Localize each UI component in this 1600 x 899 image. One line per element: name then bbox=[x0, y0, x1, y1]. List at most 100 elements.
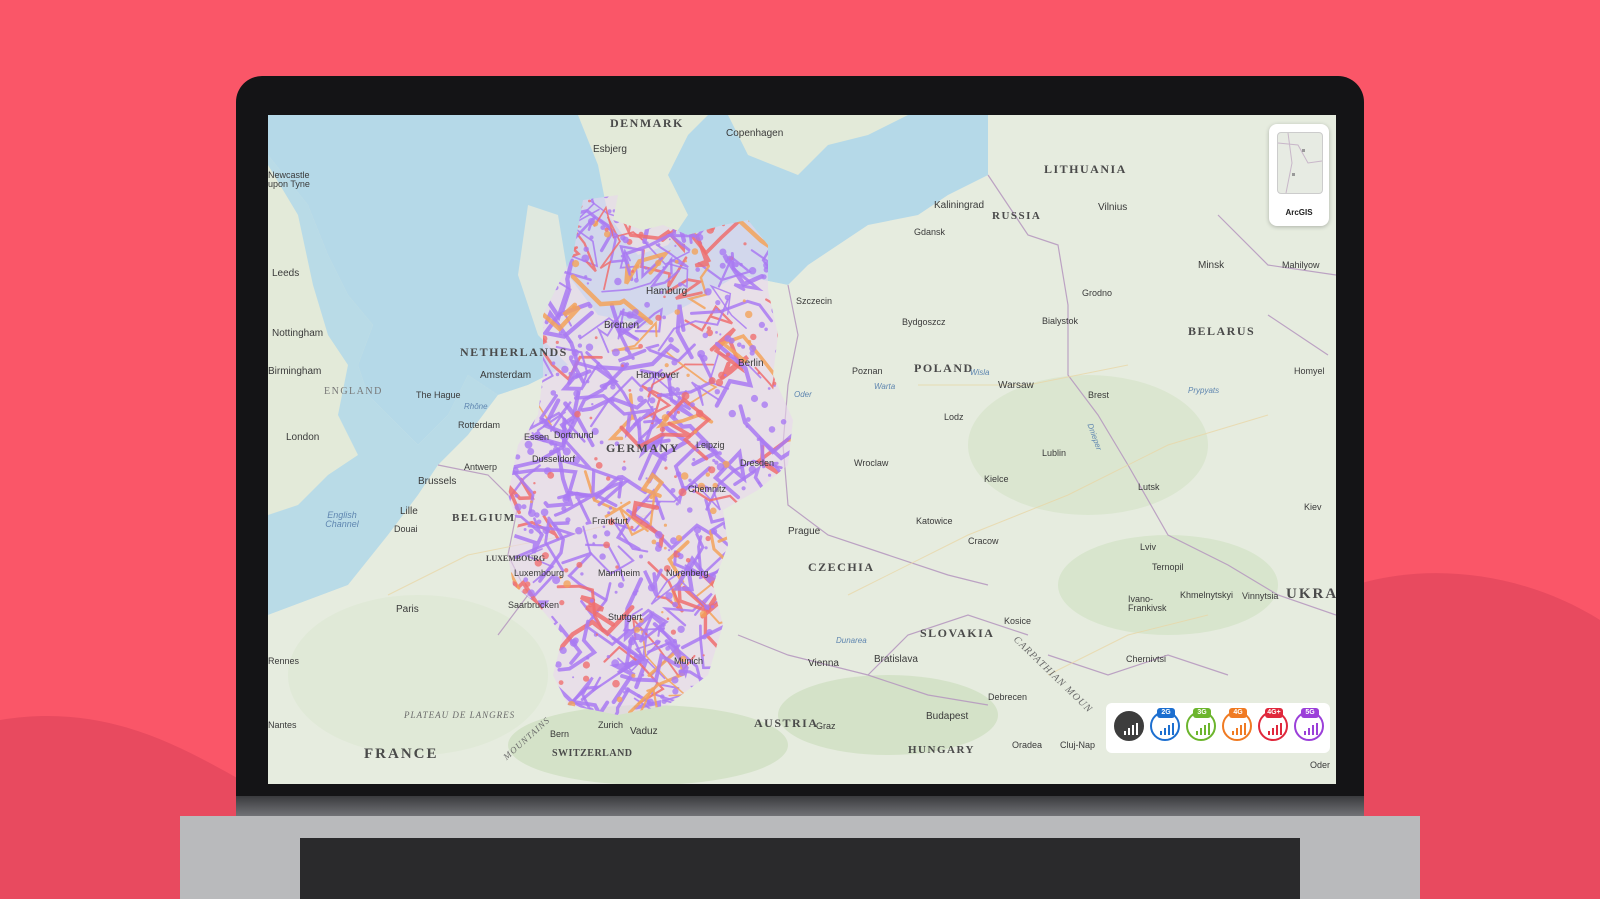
label-austria: AUSTRIA bbox=[754, 716, 819, 730]
coverage-dot bbox=[594, 336, 598, 340]
coverage-dot bbox=[725, 720, 729, 724]
coverage-dot bbox=[710, 507, 717, 515]
coverage-dot bbox=[645, 477, 648, 480]
coverage-dot bbox=[639, 387, 644, 392]
coverage-dot bbox=[739, 502, 744, 507]
coverage-dot bbox=[576, 561, 583, 568]
signal-bars-icon bbox=[1160, 723, 1174, 735]
signal-bars-icon bbox=[1124, 723, 1138, 735]
coverage-path bbox=[508, 237, 537, 299]
coverage-dot bbox=[768, 473, 772, 477]
city-dusseldorf: Dusseldorf bbox=[532, 454, 576, 464]
coverage-dot bbox=[627, 210, 632, 215]
coverage-dot bbox=[757, 643, 765, 651]
coverage-dot bbox=[521, 426, 527, 432]
coverage-dot bbox=[558, 680, 564, 685]
coverage-dot bbox=[525, 679, 529, 682]
coverage-dot bbox=[607, 209, 612, 214]
coverage-dot bbox=[708, 377, 716, 385]
legend-5g-button[interactable]: 5G bbox=[1294, 708, 1324, 741]
basemap-switcher[interactable]: ArcGIS bbox=[1269, 124, 1329, 226]
coverage-dot bbox=[531, 322, 534, 325]
coverage-dot bbox=[536, 519, 542, 525]
coverage-dot bbox=[541, 695, 546, 700]
coverage-path bbox=[533, 684, 565, 715]
map-view[interactable]: DENMARK LITHUANIA RUSSIA BELARUS NETHERL… bbox=[268, 115, 1336, 784]
coverage-dot bbox=[508, 679, 512, 683]
coverage-dot bbox=[741, 486, 746, 491]
city-katowice: Katowice bbox=[916, 516, 953, 526]
coverage-dot bbox=[572, 305, 576, 309]
city-lille: Lille bbox=[400, 506, 418, 517]
city-birmingham: Birmingham bbox=[268, 366, 322, 377]
coverage-path bbox=[508, 195, 548, 214]
coverage-dot bbox=[665, 592, 673, 600]
legend-4g-button[interactable]: 4G bbox=[1222, 708, 1252, 741]
geo-plateau-de-langres: PLATEAU DE LANGRES bbox=[404, 710, 516, 720]
water-oder: Oder bbox=[794, 390, 812, 399]
coverage-dot bbox=[608, 506, 612, 510]
coverage-dot bbox=[635, 264, 640, 269]
coverage-dot bbox=[736, 659, 743, 665]
coverage-dot bbox=[612, 209, 616, 213]
coverage-dot bbox=[670, 488, 676, 493]
city-leipzig: Leipzig bbox=[696, 440, 725, 450]
coverage-dot bbox=[714, 389, 720, 395]
coverage-path bbox=[781, 593, 793, 621]
coverage-dot bbox=[775, 649, 783, 657]
coverage-dot bbox=[606, 655, 611, 659]
coverage-dot bbox=[661, 414, 670, 422]
coverage-path bbox=[714, 717, 753, 784]
coverage-dot bbox=[743, 242, 747, 246]
coverage-dot bbox=[725, 559, 728, 562]
city-paris: Paris bbox=[396, 604, 419, 615]
coverage-dot bbox=[654, 530, 663, 539]
city-vilnius: Vilnius bbox=[1098, 202, 1128, 213]
coverage-dot bbox=[693, 430, 698, 434]
coverage-dot bbox=[523, 577, 529, 583]
coverage-dot bbox=[612, 679, 620, 688]
label-belgium: BELGIUM bbox=[452, 512, 516, 524]
coverage-dot bbox=[756, 437, 760, 441]
coverage-dot bbox=[747, 515, 752, 520]
coverage-dot bbox=[706, 326, 711, 331]
coverage-dot bbox=[779, 651, 786, 659]
coverage-dot bbox=[677, 410, 680, 414]
coverage-dot bbox=[595, 633, 598, 636]
water-english-channel: English Channel bbox=[325, 510, 359, 529]
legend-4g-plus-button[interactable]: 4G+ bbox=[1258, 708, 1288, 741]
legend-3g-button[interactable]: 3G bbox=[1186, 708, 1216, 741]
coverage-dot bbox=[751, 682, 756, 686]
coverage-dot bbox=[662, 266, 665, 269]
coverage-dot bbox=[508, 198, 510, 201]
coverage-dot bbox=[663, 523, 667, 527]
coverage-dot bbox=[511, 466, 519, 475]
city-warsaw: Warsaw bbox=[998, 380, 1034, 391]
label-belarus: BELARUS bbox=[1188, 324, 1256, 338]
laptop-keys bbox=[300, 838, 1300, 899]
coverage-dot bbox=[558, 331, 563, 335]
coverage-dot bbox=[715, 300, 721, 306]
legend-all-networks-button[interactable] bbox=[1114, 711, 1144, 741]
coverage-dot bbox=[520, 255, 525, 261]
legend-2g-button[interactable]: 2G bbox=[1150, 708, 1180, 741]
coverage-dot bbox=[603, 541, 610, 549]
coverage-dot bbox=[631, 356, 635, 360]
coverage-dot bbox=[548, 672, 551, 676]
coverage-dot bbox=[726, 716, 730, 720]
coverage-dot bbox=[604, 530, 611, 537]
coverage-dot bbox=[508, 330, 510, 334]
coverage-path bbox=[761, 216, 793, 291]
coverage-dot bbox=[661, 698, 667, 704]
coverage-dot bbox=[719, 262, 726, 269]
coverage-dot bbox=[660, 645, 663, 648]
coverage-dot bbox=[564, 568, 569, 573]
coverage-path bbox=[685, 195, 712, 238]
city-esbjerg: Esbjerg bbox=[593, 144, 627, 155]
coverage-dot bbox=[559, 646, 567, 655]
coverage-path bbox=[515, 378, 538, 421]
coverage-dot bbox=[607, 511, 611, 515]
coverage-dot bbox=[748, 267, 757, 275]
coverage-path bbox=[508, 195, 519, 228]
coverage-dot bbox=[711, 605, 715, 609]
